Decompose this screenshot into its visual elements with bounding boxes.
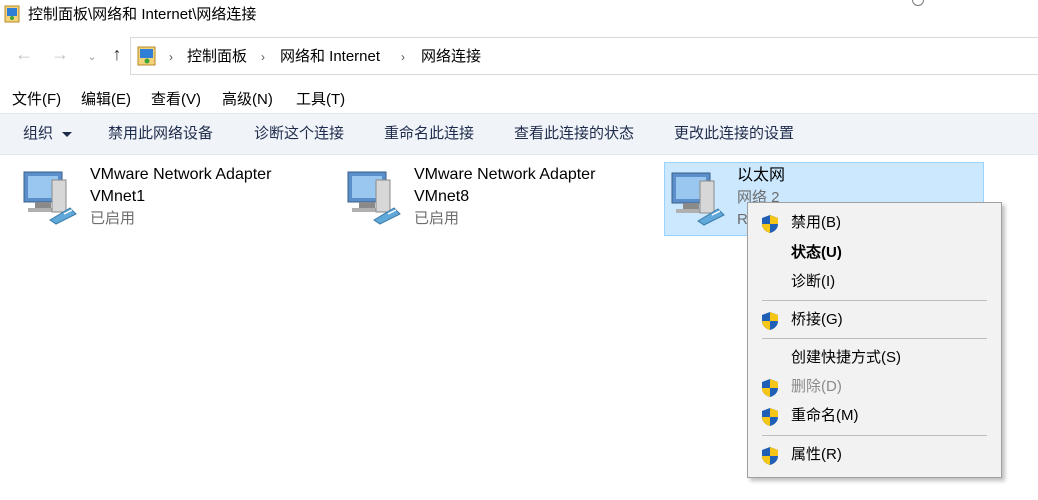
cursor-ring-icon (912, 0, 924, 6)
network-adapter-icon (671, 172, 725, 226)
menu-tools[interactable]: 工具(T) (296, 90, 345, 110)
adapter-status: 已启用 (90, 210, 136, 227)
breadcrumb-network-connections[interactable]: 网络连接 (421, 47, 481, 67)
adapter-name: VMware Network Adapter (90, 166, 272, 183)
adapter-item-vmnet1[interactable]: VMware Network Adapter VMnet1 已启用 (20, 162, 320, 234)
back-button[interactable]: ← (14, 44, 34, 64)
breadcrumb-network-internet[interactable]: 网络和 Internet (280, 47, 380, 67)
chevron-down-icon (62, 132, 72, 137)
uac-shield-icon (762, 408, 778, 426)
menu-separator (762, 300, 987, 301)
ctx-create-shortcut[interactable]: 创建快捷方式(S) (748, 344, 1001, 372)
ctx-disable[interactable]: 禁用(B) (748, 209, 1001, 237)
command-bar: 组织 禁用此网络设备 诊断这个连接 重命名此连接 查看此连接的状态 更改此连接的… (0, 113, 1038, 155)
ctx-properties[interactable]: 属性(R) (748, 441, 1001, 469)
ctx-label: 创建快捷方式(S) (791, 349, 901, 366)
breadcrumb-control-panel[interactable]: 控制面板 (187, 47, 247, 67)
ctx-rename[interactable]: 重命名(M) (748, 402, 1001, 430)
ctx-label: 属性(R) (791, 446, 842, 463)
view-status-button[interactable]: 查看此连接的状态 (514, 124, 634, 144)
menu-separator (762, 338, 987, 339)
menu-edit[interactable]: 编辑(E) (81, 90, 131, 110)
adapter-name: 以太网 (737, 167, 786, 184)
diagnose-connection-button[interactable]: 诊断这个连接 (254, 124, 344, 144)
title-bar: 控制面板\网络和 Internet\网络连接 (0, 0, 1038, 30)
ctx-diagnose[interactable]: 诊断(I) (748, 268, 1001, 296)
network-adapter-icon (347, 171, 401, 225)
ctx-label: 禁用(B) (791, 214, 841, 231)
adapter-name-line2: VMnet8 (414, 188, 470, 205)
menu-bar: 文件(F) 编辑(E) 查看(V) 高级(N) 工具(T) (0, 86, 1038, 112)
menu-separator (762, 435, 987, 436)
window-title: 控制面板\网络和 Internet\网络连接 (28, 6, 257, 23)
context-menu: 禁用(B) 状态(U) 诊断(I) 桥接(G) 创建快捷方式(S) 删除(D) … (747, 202, 1002, 478)
rename-connection-button[interactable]: 重命名此连接 (384, 124, 474, 144)
ctx-status[interactable]: 状态(U) (748, 239, 1001, 267)
adapter-name-line2: VMnet1 (90, 188, 146, 205)
control-panel-icon (4, 5, 20, 23)
menu-advanced[interactable]: 高级(N) (222, 90, 273, 110)
address-bar[interactable]: › 控制面板 › 网络和 Internet › 网络连接 (130, 37, 1038, 75)
menu-file[interactable]: 文件(F) (12, 90, 61, 110)
ctx-bridge[interactable]: 桥接(G) (748, 306, 1001, 334)
recent-locations-dropdown[interactable]: ⌄ (82, 47, 102, 67)
change-settings-button[interactable]: 更改此连接的设置 (674, 124, 794, 144)
menu-view[interactable]: 查看(V) (151, 90, 201, 110)
ctx-label: 桥接(G) (791, 311, 843, 328)
breadcrumb-separator: › (261, 50, 265, 64)
breadcrumb-separator: › (401, 50, 405, 64)
control-panel-icon (137, 46, 156, 66)
uac-shield-icon (762, 447, 778, 465)
adapter-status: 已启用 (414, 210, 460, 227)
navigation-bar: ← → ⌄ ↑ › 控制面板 › 网络和 Internet › 网络连接 (0, 34, 1038, 76)
adapter-name: VMware Network Adapter (414, 166, 596, 183)
ctx-label: 删除(D) (791, 378, 842, 395)
uac-shield-icon (762, 379, 778, 397)
organize-button[interactable]: 组织 (23, 124, 53, 144)
uac-shield-icon (762, 312, 778, 330)
network-adapter-icon (23, 171, 77, 225)
ctx-label: 诊断(I) (791, 273, 836, 290)
up-button[interactable]: ↑ (107, 44, 127, 64)
ctx-label: 重命名(M) (791, 407, 859, 424)
breadcrumb-separator: › (169, 50, 173, 64)
adapter-item-vmnet8[interactable]: VMware Network Adapter VMnet8 已启用 (344, 162, 644, 234)
disable-device-button[interactable]: 禁用此网络设备 (108, 124, 213, 144)
uac-shield-icon (762, 215, 778, 233)
forward-button[interactable]: → (50, 44, 70, 64)
ctx-label: 状态(U) (791, 244, 842, 261)
ctx-delete: 删除(D) (748, 373, 1001, 401)
